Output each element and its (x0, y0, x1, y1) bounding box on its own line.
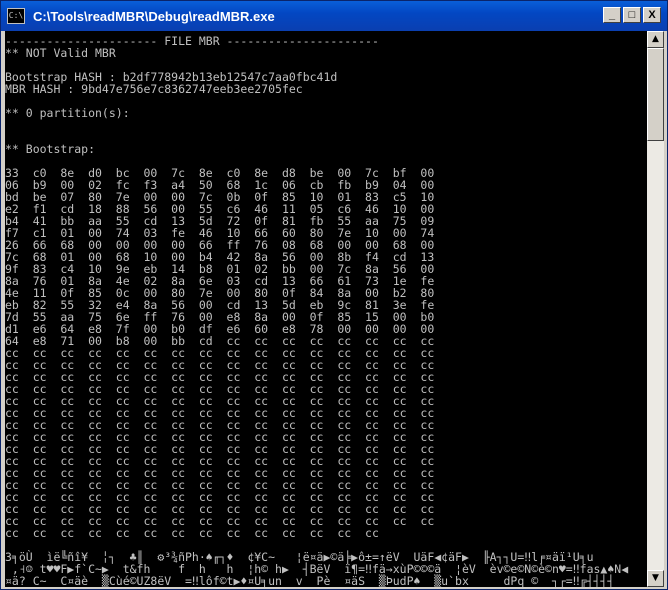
window-title: C:\Tools\readMBR\Debug\readMBR.exe (33, 8, 275, 24)
console-line: MBR HASH : 9bd47e756e7c8362747eeb3ee2705… (5, 82, 303, 96)
scroll-thumb[interactable] (647, 48, 664, 141)
window-controls: _ □ X (603, 7, 661, 23)
close-button[interactable]: X (643, 7, 661, 23)
console-line: ¤ä? C~ C¤äè ▒Cùé©UZ8ëV =‼lôf©t▶♦¤U╕un v … (5, 574, 615, 587)
console-line: ** 0 partition(s): (5, 106, 130, 120)
vertical-scrollbar[interactable]: ▲ ▼ (647, 31, 664, 587)
console-app-icon[interactable]: C:\ (7, 8, 25, 24)
maximize-button[interactable]: □ (623, 7, 641, 23)
scroll-down-button[interactable]: ▼ (647, 570, 664, 587)
scroll-up-button[interactable]: ▲ (647, 31, 664, 48)
minimize-button[interactable]: _ (603, 7, 621, 23)
console-line: ** NOT Valid MBR (5, 46, 116, 60)
console-line: ** Bootstrap: (5, 142, 96, 156)
console-output[interactable]: ---------------------- FILE MBR --------… (5, 31, 647, 587)
console-window: C:\ C:\Tools\readMBR\Debug\readMBR.exe _… (0, 0, 668, 590)
title-bar[interactable]: C:\ C:\Tools\readMBR\Debug\readMBR.exe _… (1, 1, 667, 31)
console-line: cc cc cc cc cc cc cc cc cc cc cc cc cc c… (5, 526, 379, 540)
